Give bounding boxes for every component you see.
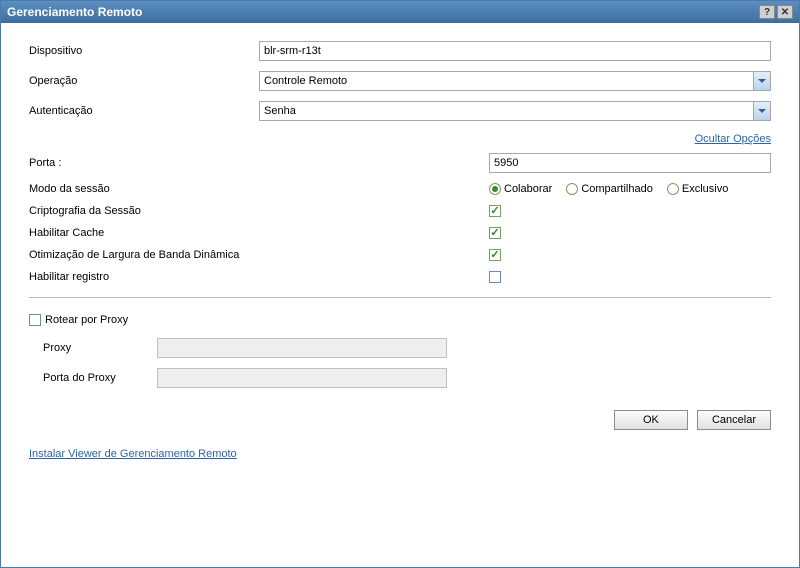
help-button[interactable]: ? <box>759 5 775 19</box>
cache-label: Habilitar Cache <box>29 227 489 239</box>
auth-select[interactable] <box>259 101 771 121</box>
device-label: Dispositivo <box>29 45 259 57</box>
bandwidth-checkbox[interactable] <box>489 249 501 261</box>
session-mode-label: Modo da sessão <box>29 183 489 195</box>
titlebar: Gerenciamento Remoto ? ✕ <box>1 1 799 23</box>
proxy-port-label: Porta do Proxy <box>43 372 157 384</box>
logging-checkbox[interactable] <box>489 271 501 283</box>
remote-management-dialog: Gerenciamento Remoto ? ✕ Dispositivo Ope… <box>0 0 800 568</box>
operation-label: Operação <box>29 75 259 87</box>
radio-shared[interactable] <box>566 183 578 195</box>
proxy-port-input <box>157 368 447 388</box>
encrypt-checkbox[interactable] <box>489 205 501 217</box>
cache-checkbox[interactable] <box>489 227 501 239</box>
session-mode-radios: Colaborar Compartilhado Exclusivo <box>489 183 736 195</box>
route-proxy-label: Rotear por Proxy <box>45 314 128 326</box>
auth-label: Autenticação <box>29 105 259 117</box>
port-label: Porta : <box>29 157 489 169</box>
route-proxy-checkbox[interactable] <box>29 314 41 326</box>
radio-shared-label: Compartilhado <box>581 183 653 195</box>
encrypt-label: Criptografia da Sessão <box>29 205 489 217</box>
install-viewer-link[interactable]: Instalar Viewer de Gerenciamento Remoto <box>29 448 237 460</box>
close-button[interactable]: ✕ <box>777 5 793 19</box>
radio-collaborate-label: Colaborar <box>504 183 552 195</box>
bandwidth-label: Otimização de Largura de Banda Dinâmica <box>29 249 489 261</box>
cancel-button[interactable]: Cancelar <box>697 410 771 430</box>
ok-button[interactable]: OK <box>614 410 688 430</box>
separator <box>29 297 771 298</box>
operation-select[interactable] <box>259 71 771 91</box>
logging-label: Habilitar registro <box>29 271 489 283</box>
titlebar-buttons: ? ✕ <box>759 5 793 19</box>
radio-collaborate[interactable] <box>489 183 501 195</box>
port-input[interactable] <box>489 153 771 173</box>
radio-exclusive-label: Exclusivo <box>682 183 728 195</box>
proxy-input <box>157 338 447 358</box>
dialog-content: Dispositivo Operação Autenticação Oculta… <box>1 23 799 478</box>
proxy-label: Proxy <box>43 342 157 354</box>
hide-options-link[interactable]: Ocultar Opções <box>695 133 771 145</box>
device-input[interactable] <box>259 41 771 61</box>
dialog-title: Gerenciamento Remoto <box>7 5 142 19</box>
radio-exclusive[interactable] <box>667 183 679 195</box>
